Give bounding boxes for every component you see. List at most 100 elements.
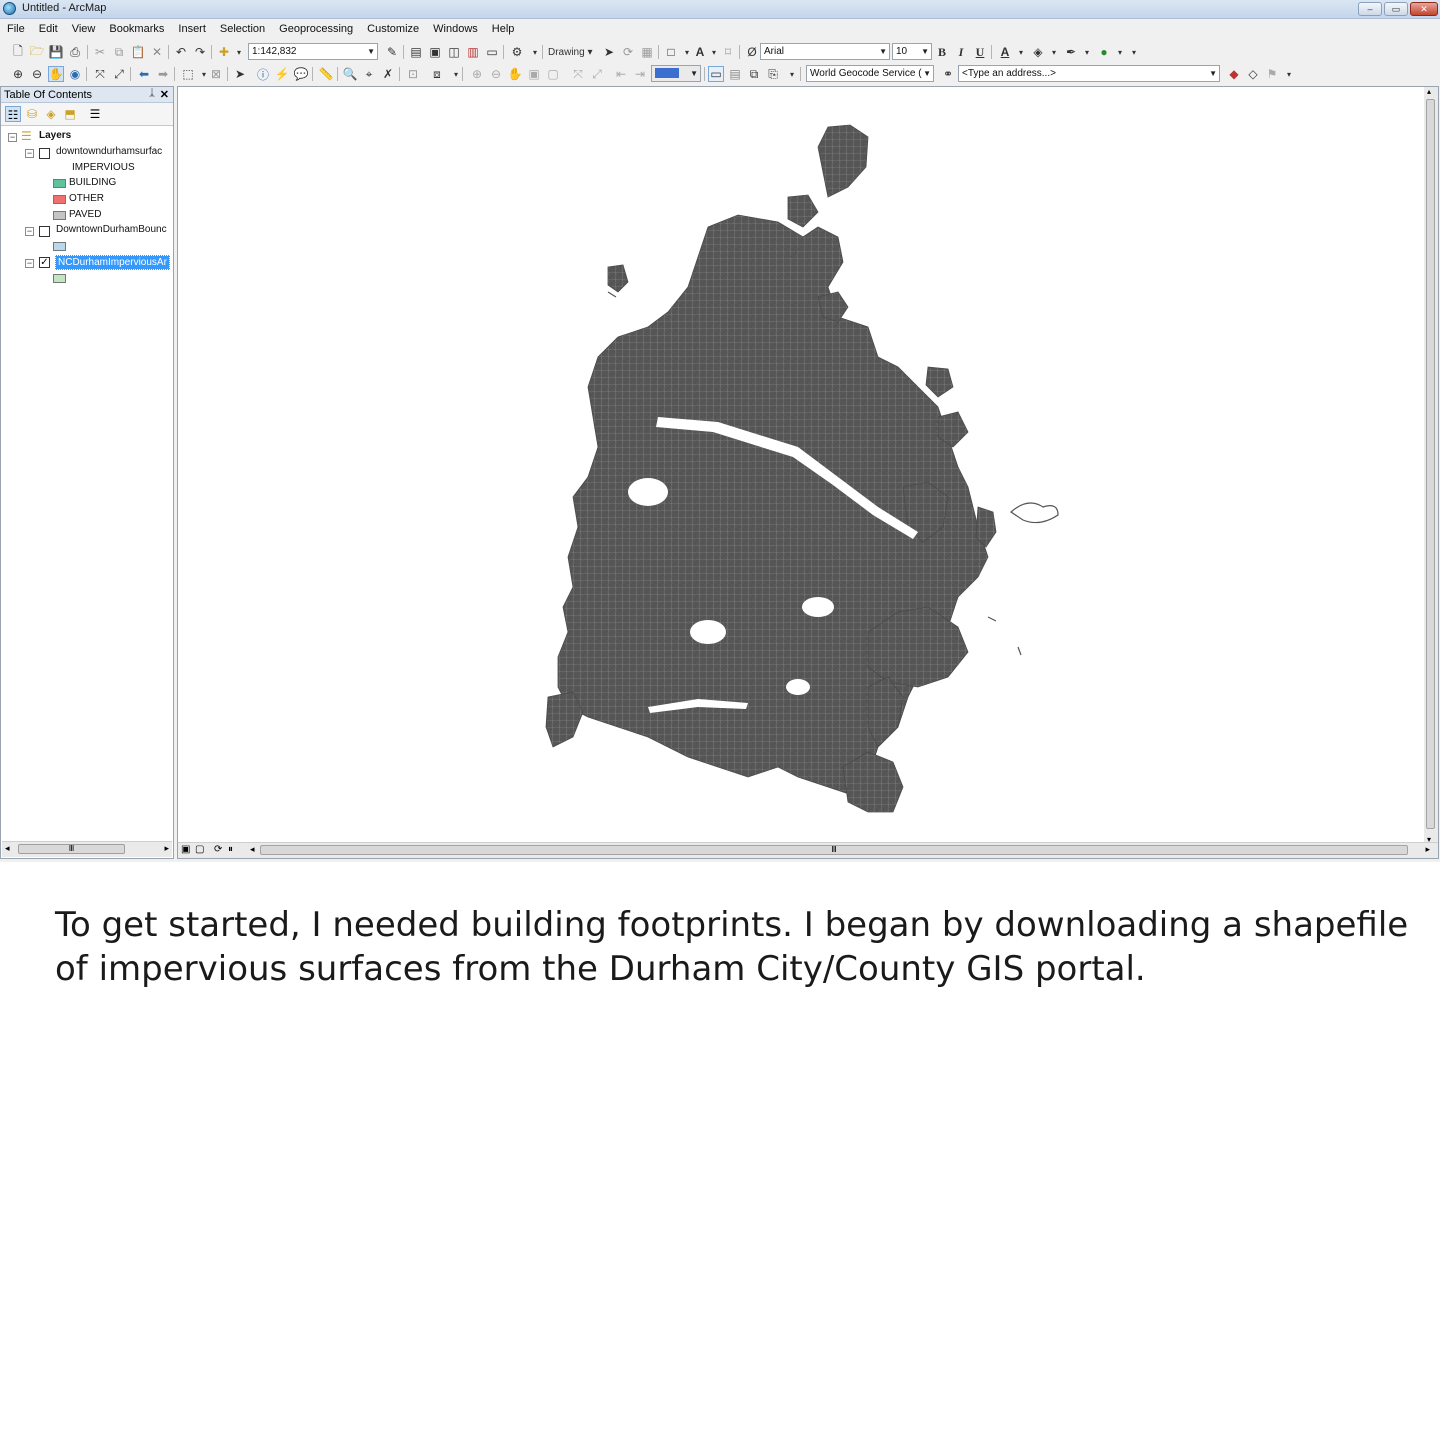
toolbar-options-icon[interactable]: ▾	[527, 44, 543, 60]
cut-icon[interactable]: ✂	[92, 44, 108, 60]
find-route-icon[interactable]: ⌖	[361, 66, 377, 82]
layer-visibility-checkbox-checked[interactable]: ✓	[39, 257, 50, 268]
toc-options-icon[interactable]: ☰	[87, 106, 103, 122]
underline-button[interactable]: U	[972, 44, 988, 60]
address-input[interactable]: <Type an address...> ▼	[958, 65, 1220, 82]
legend-swatch-paved[interactable]	[53, 211, 66, 220]
font-size-combo[interactable]: 10 ▼	[892, 43, 932, 60]
identify-icon[interactable]: ⓘ	[255, 66, 271, 82]
measure-icon[interactable]: 📏	[318, 66, 334, 82]
layout-zoom-in-icon[interactable]: ⊕	[469, 66, 485, 82]
legend-swatch-boundary[interactable]	[53, 242, 66, 251]
zoom-100-icon[interactable]: ▢	[545, 66, 561, 82]
data-driven-pages-icon[interactable]: ⎘	[765, 66, 781, 82]
drawing-menu-button[interactable]: Drawing ▾	[548, 44, 598, 60]
model-builder-icon[interactable]: ⚙	[509, 44, 525, 60]
fixed-zoom-in-icon[interactable]: ⤧	[92, 66, 108, 82]
map-vertical-scrollbar[interactable]: ▴ ▾	[1424, 87, 1438, 844]
select-features-icon[interactable]: ⬚	[180, 66, 196, 82]
menu-geoprocessing[interactable]: Geoprocessing	[272, 20, 360, 40]
toolbar-options-icon[interactable]: ▾	[1126, 44, 1142, 60]
delete-icon[interactable]: ✕	[149, 44, 165, 60]
menu-file[interactable]: File	[0, 20, 32, 40]
collapse-icon[interactable]: −	[25, 149, 34, 158]
layer-name-downtown-surfaces[interactable]: downtowndurhamsurfac	[56, 146, 162, 157]
toc-horizontal-scrollbar[interactable]: ◂ Ⅲ ▸	[2, 841, 172, 857]
forward-extent-icon[interactable]: ⇥	[632, 66, 648, 82]
menu-bookmarks[interactable]: Bookmarks	[102, 20, 171, 40]
toc-close-icon[interactable]: ✕	[160, 88, 169, 101]
marker-color-icon[interactable]: ●	[1096, 44, 1112, 60]
forward-arrow-icon[interactable]: ➡	[155, 66, 171, 82]
full-extent-icon[interactable]: ◉	[67, 66, 83, 82]
find-address-icon[interactable]: ◆	[1226, 66, 1242, 82]
font-color-dropdown-icon[interactable]: ▾	[1013, 44, 1029, 60]
zoom-whole-page-icon[interactable]: ▦	[639, 44, 655, 60]
arctoolbox-icon[interactable]: ▥	[465, 44, 481, 60]
layer-name-downtown-boundary[interactable]: DowntownDurhamBounc	[56, 224, 167, 235]
rotate-icon[interactable]: ⟳	[620, 44, 636, 60]
close-button[interactable]: ✕	[1410, 2, 1438, 16]
rectangle-icon[interactable]: □	[663, 44, 679, 60]
scroll-right-icon[interactable]: ▸	[1425, 844, 1430, 855]
scroll-left-icon[interactable]: ◂	[250, 844, 255, 855]
add-data-dropdown-icon[interactable]: ▾	[231, 44, 247, 60]
layer-visibility-checkbox[interactable]	[39, 226, 50, 237]
toolbar-options-icon[interactable]: ▾	[1281, 66, 1297, 82]
menu-windows[interactable]: Windows	[426, 20, 485, 40]
restore-button[interactable]: ▭	[1384, 2, 1408, 16]
pin-icon[interactable]: ᛣ	[149, 88, 155, 99]
paste-icon[interactable]: 📋	[130, 44, 146, 60]
layout-zoom-out-icon[interactable]: ⊖	[488, 66, 504, 82]
catalog-window-icon[interactable]: ▣	[427, 44, 443, 60]
italic-button[interactable]: I	[953, 44, 969, 60]
callout-icon[interactable]: ⌑	[720, 44, 736, 60]
fixed-zoom-in-icon[interactable]: ⤧	[570, 66, 586, 82]
map-scale-combo[interactable]: 1:142,832 ▼	[248, 43, 378, 60]
redo-icon[interactable]: ↷	[192, 44, 208, 60]
layout-pan-icon[interactable]: ✋	[507, 66, 523, 82]
zoom-in-icon[interactable]: ⊕	[10, 66, 26, 82]
undo-icon[interactable]: ↶	[173, 44, 189, 60]
open-folder-icon[interactable]: 🗁	[29, 44, 45, 60]
html-popup-icon[interactable]: 💬	[293, 66, 309, 82]
line-color-dropdown-icon[interactable]: ▾	[1079, 44, 1095, 60]
menu-insert[interactable]: Insert	[171, 20, 213, 40]
list-by-selection-icon[interactable]: ⬒	[62, 106, 78, 122]
toggle-draft-mode-icon[interactable]: ▭	[708, 66, 724, 82]
zoom-out-icon[interactable]: ⊖	[29, 66, 45, 82]
menu-customize[interactable]: Customize	[360, 20, 426, 40]
toolbar-options-icon[interactable]: ▾	[784, 66, 800, 82]
legend-swatch-other[interactable]	[53, 195, 66, 204]
layer-name-impervious-areas[interactable]: NCDurhamImperviousAr	[55, 255, 170, 270]
menu-edit[interactable]: Edit	[32, 20, 65, 40]
find-icon[interactable]: 🔍	[342, 66, 358, 82]
clear-selection-icon[interactable]: ⊠	[208, 66, 224, 82]
editor-toolbar-icon[interactable]: ✎	[384, 44, 400, 60]
font-name-combo[interactable]: Arial ▼	[760, 43, 890, 60]
back-extent-icon[interactable]: ⇤	[613, 66, 629, 82]
print-icon[interactable]: ⎙	[67, 44, 83, 60]
python-window-icon[interactable]: ▭	[484, 44, 500, 60]
map-display[interactable]: ▴ ▾ ▣ ▢ ⟳ ⏸ ◂ Ⅲ ▸	[177, 86, 1439, 859]
layout-view-icon[interactable]: ▢	[195, 844, 204, 855]
data-frame-layers[interactable]: Layers	[39, 130, 71, 141]
fill-color-icon[interactable]: ◈	[1030, 44, 1046, 60]
layout-zoom-combo[interactable]: ▼	[651, 65, 701, 82]
fixed-zoom-out-icon[interactable]: ⤢	[111, 66, 127, 82]
list-by-drawing-order-icon[interactable]: ☷	[5, 106, 21, 122]
search-window-icon[interactable]: ◫	[446, 44, 462, 60]
zoom-to-address-icon[interactable]: ◇	[1245, 66, 1261, 82]
menu-selection[interactable]: Selection	[213, 20, 272, 40]
scrollbar-thumb[interactable]	[1426, 99, 1435, 829]
layer-visibility-checkbox[interactable]	[39, 148, 50, 159]
select-elements-icon[interactable]: ➤	[232, 66, 248, 82]
legend-swatch-building[interactable]	[53, 179, 66, 188]
collapse-icon[interactable]: −	[8, 133, 17, 142]
font-color-icon[interactable]: A	[997, 44, 1013, 60]
fill-color-dropdown-icon[interactable]: ▾	[1046, 44, 1062, 60]
list-by-visibility-icon[interactable]: ◈	[43, 106, 59, 122]
fixed-zoom-out-icon[interactable]: ⤢	[589, 66, 605, 82]
bold-button[interactable]: B	[934, 44, 950, 60]
address-inspector-icon[interactable]: ⚭	[940, 66, 956, 82]
